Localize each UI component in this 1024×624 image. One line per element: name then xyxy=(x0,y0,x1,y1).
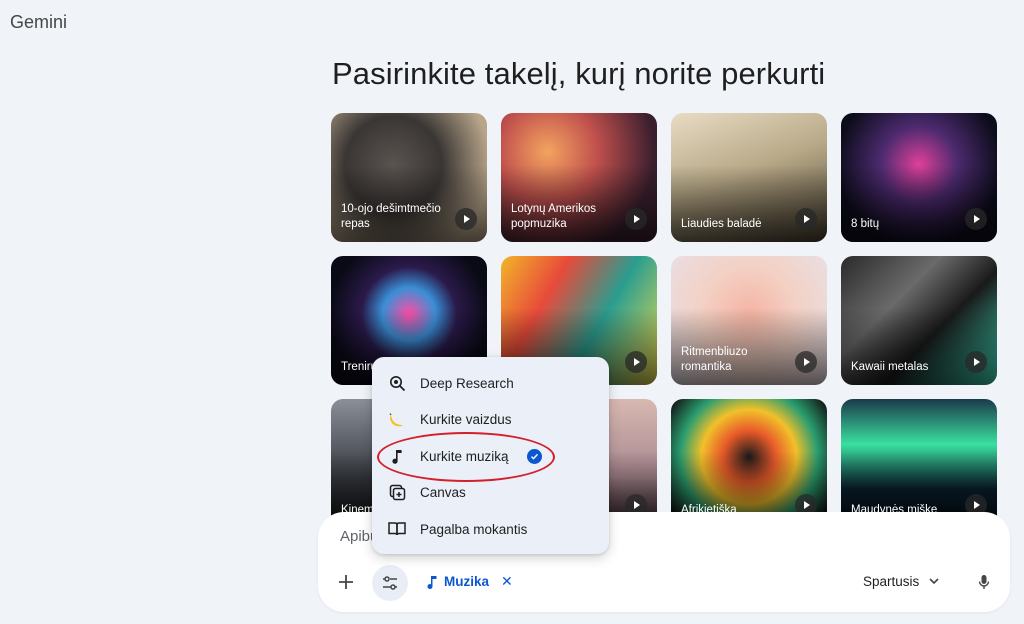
menu-item-create-music[interactable]: Kurkite muziką xyxy=(372,438,609,475)
canvas-icon xyxy=(388,484,406,502)
app-title: Gemini xyxy=(10,12,68,32)
track-card[interactable]: Ritmenbliuzo romantika xyxy=(671,256,827,385)
menu-item-label: Kurkite muziką xyxy=(420,448,509,464)
microphone-icon xyxy=(978,575,990,589)
track-card[interactable]: Liaudies baladė xyxy=(671,113,827,242)
model-selector[interactable]: Spartusis xyxy=(863,574,939,589)
page-title: Pasirinkite takelį, kurį norite perkurti xyxy=(332,56,826,91)
check-icon xyxy=(526,448,542,464)
track-card-label: 10-ojo dešimtmečio repas xyxy=(341,203,441,230)
track-card[interactable]: Afrikietiška xyxy=(671,399,827,528)
microphone-button[interactable] xyxy=(972,570,996,594)
play-icon[interactable] xyxy=(795,351,817,373)
model-label: Spartusis xyxy=(863,574,920,589)
track-card[interactable]: Maudynės miške xyxy=(841,399,997,528)
track-card-label: 8 bitų xyxy=(851,218,880,230)
play-icon[interactable] xyxy=(625,208,647,230)
menu-item-label: Deep Research xyxy=(420,375,514,391)
track-card[interactable]: 10-ojo dešimtmečio repas xyxy=(331,113,487,242)
plus-icon xyxy=(339,575,353,589)
add-button[interactable] xyxy=(334,570,358,594)
music-note-icon xyxy=(388,447,406,465)
banana-icon xyxy=(388,411,406,429)
play-icon[interactable] xyxy=(455,208,477,230)
track-card-label: Kawaii metalas xyxy=(851,361,929,373)
chip-close-icon[interactable]: ✕ xyxy=(501,573,513,590)
play-icon[interactable] xyxy=(625,351,647,373)
tools-button[interactable] xyxy=(372,565,408,601)
chip-label: Muzika xyxy=(444,574,490,589)
tune-icon xyxy=(383,576,397,590)
book-icon xyxy=(388,520,406,538)
menu-item-label: Kurkite vaizdus xyxy=(420,412,512,428)
play-icon[interactable] xyxy=(965,208,987,230)
track-card[interactable]: Kawaii metalas xyxy=(841,256,997,385)
deep-research-icon xyxy=(388,374,406,392)
track-card-label: Liaudies baladė xyxy=(681,218,762,230)
menu-item-guided-learning[interactable]: Pagalba mokantis xyxy=(372,511,609,548)
track-card[interactable]: 8 bitų xyxy=(841,113,997,242)
menu-item-deep-research[interactable]: Deep Research xyxy=(372,365,609,402)
chevron-down-icon xyxy=(929,578,939,585)
play-icon[interactable] xyxy=(795,208,817,230)
music-note-icon xyxy=(427,575,437,589)
track-card-label: Lotynų Amerikos popmuzika xyxy=(511,203,597,230)
play-icon[interactable] xyxy=(965,351,987,373)
track-card[interactable]: Lotynų Amerikos popmuzika xyxy=(501,113,657,242)
tools-menu: Deep Research Kurkite vaizdus Kurkite mu… xyxy=(372,357,609,554)
menu-item-label: Canvas xyxy=(420,485,466,501)
menu-item-label: Pagalba mokantis xyxy=(420,521,528,537)
track-card-label: Ritmenbliuzo romantika xyxy=(681,346,748,373)
music-chip[interactable]: Muzika ✕ xyxy=(426,573,513,590)
menu-item-canvas[interactable]: Canvas xyxy=(372,475,609,512)
menu-item-create-images[interactable]: Kurkite vaizdus xyxy=(372,402,609,439)
